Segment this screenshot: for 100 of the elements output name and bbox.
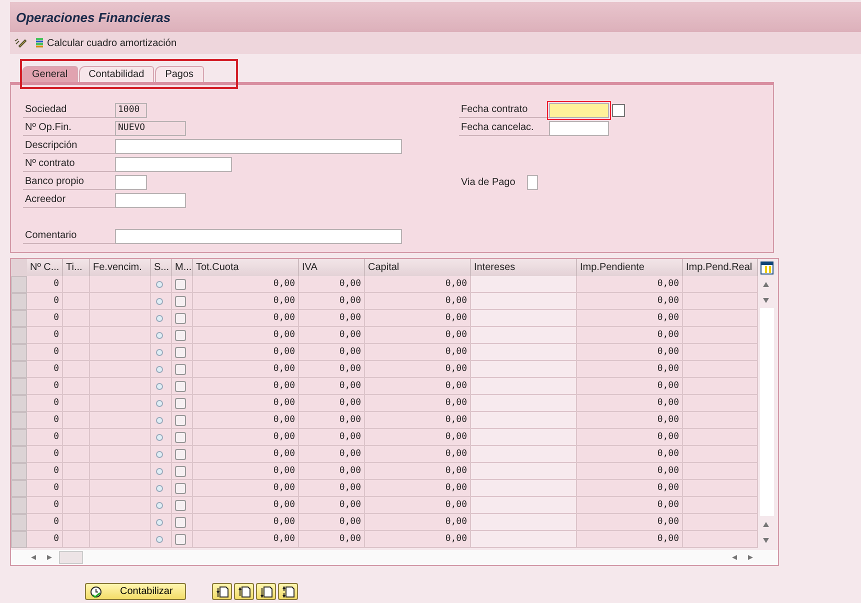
table-cell <box>63 327 90 344</box>
column-header[interactable]: IVA <box>299 259 365 276</box>
table-cell: 0 <box>27 514 63 531</box>
table-cell: 0,00 <box>365 310 471 327</box>
scroll-thumb[interactable] <box>59 551 83 564</box>
page-button[interactable] <box>212 583 232 600</box>
horizontal-scrollbar[interactable] <box>11 548 778 565</box>
checkbox[interactable] <box>175 312 186 324</box>
column-header[interactable]: Capital <box>365 259 471 276</box>
table-cell: 0 <box>27 361 63 378</box>
table-cell <box>63 497 90 514</box>
input-field[interactable] <box>115 138 402 154</box>
tab[interactable]: General <box>22 66 78 82</box>
input-field[interactable] <box>115 192 186 208</box>
table-cell: 0,00 <box>193 344 299 361</box>
clock-check-icon <box>90 586 102 598</box>
input-field[interactable] <box>115 174 147 190</box>
table-cell: 0,00 <box>365 344 471 361</box>
checkbox[interactable] <box>175 516 186 528</box>
checkbox[interactable] <box>175 398 186 408</box>
table-cell: 0,00 <box>299 514 365 531</box>
input-field[interactable] <box>115 156 232 172</box>
tab[interactable]: Pagos <box>155 66 204 82</box>
column-header[interactable]: Ti... <box>63 259 90 276</box>
table-cell: 0 <box>27 293 63 310</box>
column-header[interactable]: Imp.Pendiente <box>577 259 683 276</box>
table-cell: 0,00 <box>577 531 683 548</box>
checkbox[interactable] <box>175 482 186 494</box>
checkbox[interactable] <box>175 330 186 340</box>
column-header[interactable]: M... <box>172 259 193 276</box>
status-icon <box>156 348 163 356</box>
table-cell: 0,00 <box>577 429 683 446</box>
status-icon <box>156 468 163 474</box>
comment-field[interactable] <box>115 228 402 244</box>
table-cell: 0,00 <box>193 514 299 531</box>
input-field[interactable]: NUEVO <box>115 120 186 136</box>
table-cell: 0,00 <box>577 344 683 361</box>
table-cell: 0,00 <box>577 412 683 429</box>
table-cell: 0,00 <box>365 395 471 412</box>
table-cell <box>63 378 90 395</box>
table-cell: 0,00 <box>193 327 299 344</box>
page-button[interactable] <box>256 583 276 600</box>
table-cell: 0,00 <box>193 276 299 293</box>
post-button[interactable]: Contabilizar <box>85 583 186 600</box>
checkbox[interactable] <box>175 500 186 510</box>
column-header[interactable]: S... <box>151 259 172 276</box>
table-cell: 0,00 <box>299 276 365 293</box>
table-cell: 0,00 <box>365 446 471 463</box>
status-icon <box>156 502 163 508</box>
column-header[interactable]: Nº C... <box>27 259 63 276</box>
tab[interactable]: Contabilidad <box>78 66 154 82</box>
list-icon <box>35 38 44 48</box>
checkbox[interactable] <box>175 432 186 442</box>
table-cell: 0,00 <box>299 412 365 429</box>
date-field[interactable] <box>549 120 609 136</box>
checkbox[interactable] <box>175 534 186 544</box>
table-cell <box>63 446 90 463</box>
table-cell: 0,00 <box>577 310 683 327</box>
column-header[interactable]: Fe.vencim. <box>90 259 151 276</box>
table-cell <box>63 480 90 497</box>
table-cell: 0,00 <box>365 497 471 514</box>
checkbox[interactable] <box>175 346 186 358</box>
table-cell: 0 <box>27 344 63 361</box>
table-cell: 0,00 <box>365 327 471 344</box>
pencil-icon[interactable] <box>14 38 27 48</box>
right-arrow-icon <box>748 555 754 560</box>
column-header[interactable]: Intereses <box>471 259 577 276</box>
table-cell: 0,00 <box>193 463 299 480</box>
checkbox[interactable] <box>175 296 186 306</box>
checkbox[interactable] <box>175 278 186 290</box>
table-cell: 0,00 <box>193 395 299 412</box>
column-layout-icon[interactable] <box>760 261 774 275</box>
column-header[interactable]: Tot.Cuota <box>193 259 299 276</box>
status-icon <box>156 536 163 542</box>
status-icon <box>156 400 163 406</box>
checkbox[interactable] <box>175 448 186 460</box>
checkbox[interactable] <box>175 414 186 426</box>
page-button[interactable] <box>234 583 254 600</box>
status-icon <box>156 518 163 526</box>
page-button[interactable] <box>278 583 298 600</box>
checkbox[interactable] <box>175 364 186 374</box>
calculate-button[interactable]: Calcular cuadro amortización <box>35 38 177 48</box>
table-cell: 0 <box>27 429 63 446</box>
table-cell <box>63 429 90 446</box>
table-cell: 0,00 <box>577 395 683 412</box>
table-cell: 0,00 <box>365 463 471 480</box>
help-button[interactable] <box>612 104 625 116</box>
table-cell: 0,00 <box>299 310 365 327</box>
table-cell: 0,00 <box>365 531 471 548</box>
input-field[interactable]: 1000 <box>115 102 147 118</box>
date-field[interactable] <box>549 102 609 118</box>
column-header[interactable]: Imp.Pend.Real <box>683 259 758 276</box>
table-cell: 0,00 <box>299 361 365 378</box>
payment-field[interactable] <box>527 174 538 190</box>
table-cell: 0 <box>27 497 63 514</box>
checkbox[interactable] <box>175 466 186 476</box>
header-corner <box>11 259 27 276</box>
page-arrow-icon <box>216 586 228 598</box>
checkbox[interactable] <box>175 380 186 392</box>
table-cell: 0,00 <box>193 429 299 446</box>
